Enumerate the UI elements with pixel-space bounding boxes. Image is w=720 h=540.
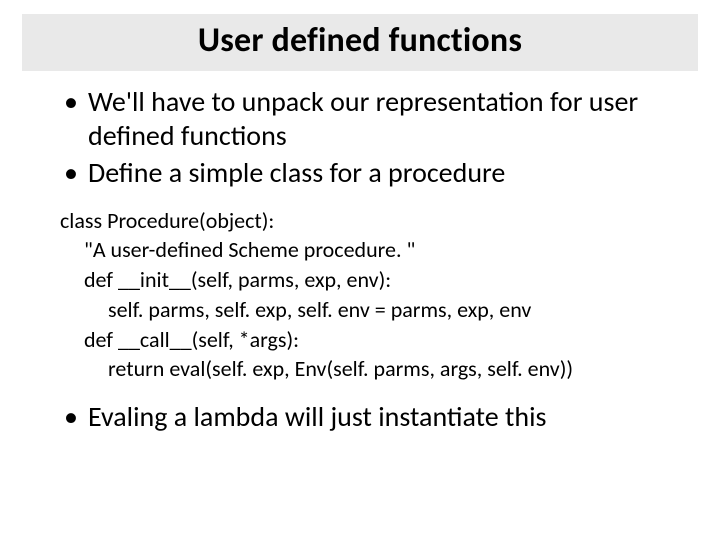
bullet-item: We'll have to unpack our representation …	[60, 85, 660, 152]
slide-title: User defined functions	[198, 20, 522, 61]
code-line: self. parms, self. exp, self. env = parm…	[60, 295, 660, 325]
title-band: User defined functions	[22, 14, 698, 71]
code-line: "A user-defined Scheme procedure. "	[60, 235, 660, 265]
code-line: def __init__(self, parms, exp, env):	[60, 265, 660, 295]
code-line: class Procedure(object):	[60, 207, 274, 234]
bullet-list-bottom: Evaling a lambda will just instantiate t…	[60, 400, 660, 434]
code-line: def __call__(self, *args):	[60, 325, 660, 355]
bullet-item: Evaling a lambda will just instantiate t…	[60, 400, 660, 434]
slide: User defined functions We'll have to unp…	[0, 14, 720, 540]
bullet-item: Define a simple class for a procedure	[60, 156, 660, 190]
slide-body: We'll have to unpack our representation …	[0, 71, 720, 434]
bullet-list-top: We'll have to unpack our representation …	[60, 85, 660, 190]
code-block: class Procedure(object): "A user-defined…	[60, 206, 660, 384]
code-line: return eval(self. exp, Env(self. parms, …	[60, 354, 660, 384]
